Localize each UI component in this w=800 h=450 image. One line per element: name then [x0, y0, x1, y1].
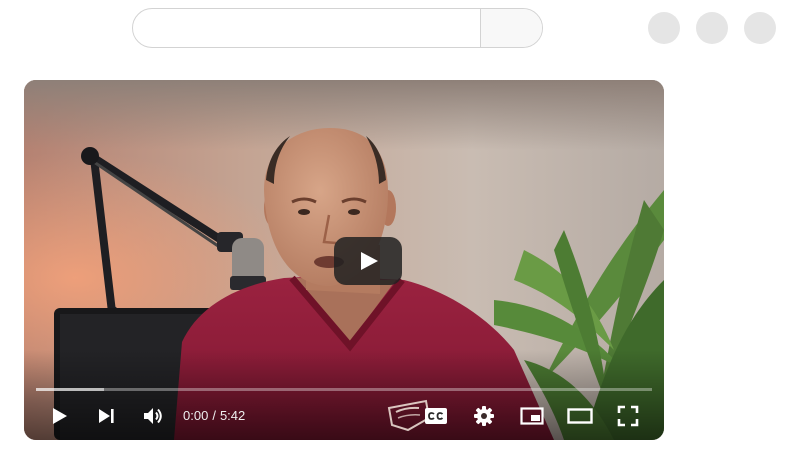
captions-button[interactable] — [418, 400, 454, 432]
captions-icon — [425, 408, 447, 424]
next-button[interactable] — [88, 400, 124, 432]
current-time: 0:00 — [183, 408, 209, 423]
progress-loaded — [36, 388, 104, 391]
theater-mode-button[interactable] — [562, 400, 598, 432]
play-icon — [334, 237, 402, 285]
fullscreen-button[interactable] — [610, 400, 646, 432]
time-separator: / — [212, 408, 216, 423]
search-button[interactable] — [480, 9, 542, 47]
header-icon-button-2[interactable] — [696, 12, 728, 44]
volume-button[interactable] — [135, 400, 171, 432]
settings-button[interactable] — [466, 400, 502, 432]
time-display: 0:00/5:42 — [183, 408, 245, 423]
header-avatar[interactable] — [744, 12, 776, 44]
play-icon — [53, 408, 67, 424]
search-input[interactable] — [133, 9, 480, 47]
duration: 5:42 — [219, 408, 246, 423]
settings-gear-icon — [474, 406, 494, 426]
video-player[interactable]: 0:00/5:42 — [24, 80, 664, 440]
progress-bar[interactable] — [36, 388, 652, 391]
large-play-button[interactable] — [334, 237, 402, 285]
miniplayer-icon — [520, 407, 544, 425]
header-icon-button-1[interactable] — [648, 12, 680, 44]
search-box — [132, 8, 543, 48]
volume-icon — [144, 408, 162, 424]
next-icon — [99, 409, 114, 423]
miniplayer-button[interactable] — [514, 400, 550, 432]
fullscreen-icon — [617, 405, 639, 427]
play-button[interactable] — [41, 400, 77, 432]
theater-mode-icon — [567, 408, 593, 424]
